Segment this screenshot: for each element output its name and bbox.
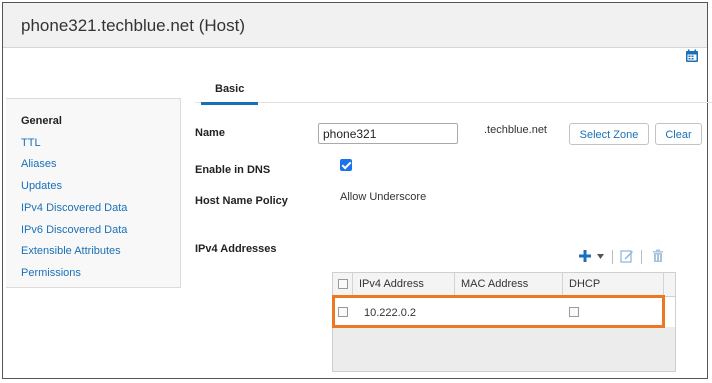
select-all-column bbox=[333, 273, 353, 296]
column-header-ipv4[interactable]: IPv4 Address bbox=[353, 273, 455, 296]
sidebar-item-ipv6-discovered[interactable]: IPv6 Discovered Data bbox=[21, 224, 127, 236]
dropdown-caret-icon[interactable] bbox=[597, 254, 604, 259]
select-all-checkbox[interactable] bbox=[338, 279, 348, 289]
sidebar-item-aliases[interactable]: Aliases bbox=[21, 158, 56, 170]
sidebar: General TTL Aliases Updates IPv4 Discove… bbox=[6, 98, 181, 288]
name-input[interactable] bbox=[318, 123, 458, 144]
toolbar-divider bbox=[612, 250, 613, 264]
add-icon[interactable] bbox=[578, 249, 592, 263]
sidebar-item-permissions[interactable]: Permissions bbox=[21, 267, 81, 279]
table-header: IPv4 Address MAC Address DHCP bbox=[333, 273, 675, 297]
select-zone-button[interactable]: Select Zone bbox=[569, 123, 649, 145]
calendar-icon[interactable] bbox=[685, 49, 699, 63]
sidebar-item-general[interactable]: General bbox=[21, 115, 62, 127]
highlight-box bbox=[332, 295, 665, 328]
tab-bar: Basic bbox=[195, 76, 712, 105]
dialog-title: phone321.techblue.net (Host) bbox=[21, 16, 245, 35]
dialog-titlebar: phone321.techblue.net (Host) bbox=[3, 3, 707, 48]
name-label: Name bbox=[195, 127, 225, 139]
sidebar-item-ipv4-discovered[interactable]: IPv4 Discovered Data bbox=[21, 202, 127, 214]
tab-basic[interactable]: Basic bbox=[201, 76, 259, 105]
host-name-policy-value: Allow Underscore bbox=[340, 191, 427, 203]
domain-suffix: .techblue.net bbox=[484, 124, 547, 136]
sidebar-item-extensible-attributes[interactable]: Extensible Attributes bbox=[21, 245, 121, 257]
sidebar-item-ttl[interactable]: TTL bbox=[21, 137, 41, 149]
clear-button[interactable]: Clear bbox=[655, 123, 702, 145]
enable-dns-checkbox[interactable] bbox=[340, 159, 352, 171]
delete-icon[interactable] bbox=[652, 249, 664, 263]
sidebar-item-updates[interactable]: Updates bbox=[21, 180, 62, 192]
ipv4-addresses-label: IPv4 Addresses bbox=[195, 243, 277, 255]
column-header-mac[interactable]: MAC Address bbox=[455, 273, 563, 296]
enable-dns-label: Enable in DNS bbox=[195, 164, 271, 176]
edit-icon[interactable] bbox=[620, 249, 634, 263]
column-header-dhcp[interactable]: DHCP bbox=[563, 273, 664, 296]
toolbar-divider bbox=[641, 250, 642, 264]
host-name-policy-label: Host Name Policy bbox=[195, 195, 288, 207]
